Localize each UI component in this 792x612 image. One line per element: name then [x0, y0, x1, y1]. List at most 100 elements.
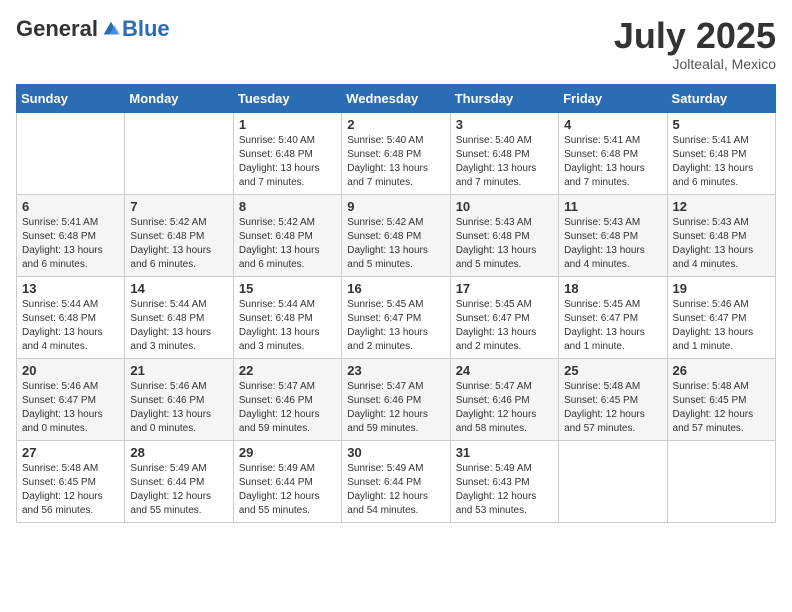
week-row-1: 1 Sunrise: 5:40 AMSunset: 6:48 PMDaylight…: [17, 112, 776, 194]
day-number: 3: [456, 117, 553, 132]
day-cell: 19 Sunrise: 5:46 AMSunset: 6:47 PMDayligh…: [667, 276, 775, 358]
day-cell: 6Sunrise: 5:41 AMSunset: 6:48 PMDaylight…: [17, 194, 125, 276]
day-number: 24: [456, 363, 553, 378]
day-cell: 31 Sunrise: 5:49 AMSunset: 6:43 PMDayligh…: [450, 440, 558, 522]
day-info: Sunrise: 5:43 AMSunset: 6:48 PMDaylight:…: [673, 216, 770, 272]
day-number: 4: [564, 117, 661, 132]
day-number: 8: [239, 199, 336, 214]
weekday-header-friday: Friday: [559, 84, 667, 112]
day-info: Sunrise: 5:49 AMSunset: 6:44 PMDaylight:…: [239, 462, 336, 518]
weekday-header-sunday: Sunday: [17, 84, 125, 112]
weekday-header-thursday: Thursday: [450, 84, 558, 112]
month-title: July 2025: [614, 16, 776, 56]
day-info: Sunrise: 5:47 AMSunset: 6:46 PMDaylight:…: [347, 380, 444, 436]
day-info: Sunrise: 5:45 AMSunset: 6:47 PMDaylight:…: [456, 298, 553, 354]
day-info: Sunrise: 5:44 AMSunset: 6:48 PMDaylight:…: [130, 298, 227, 354]
day-number: 14: [130, 281, 227, 296]
weekday-header-row: SundayMondayTuesdayWednesdayThursdayFrid…: [17, 84, 776, 112]
day-cell: 26 Sunrise: 5:48 AMSunset: 6:45 PMDayligh…: [667, 358, 775, 440]
day-cell: 9 Sunrise: 5:42 AMSunset: 6:48 PMDaylight…: [342, 194, 450, 276]
day-number: 30: [347, 445, 444, 460]
day-cell: 21 Sunrise: 5:46 AMSunset: 6:46 PMDayligh…: [125, 358, 233, 440]
day-info: Sunrise: 5:48 AMSunset: 6:45 PMDaylight:…: [22, 462, 119, 518]
day-cell: 27 Sunrise: 5:48 AMSunset: 6:45 PMDayligh…: [17, 440, 125, 522]
day-cell: 3 Sunrise: 5:40 AMSunset: 6:48 PMDaylight…: [450, 112, 558, 194]
day-number: 27: [22, 445, 119, 460]
day-number: 17: [456, 281, 553, 296]
day-info: Sunrise: 5:42 AMSunset: 6:48 PMDaylight:…: [239, 216, 336, 272]
day-number: 25: [564, 363, 661, 378]
weekday-header-saturday: Saturday: [667, 84, 775, 112]
day-cell: 4 Sunrise: 5:41 AMSunset: 6:48 PMDaylight…: [559, 112, 667, 194]
logo-general-text: General: [16, 16, 98, 42]
day-cell: 5 Sunrise: 5:41 AMSunset: 6:48 PMDaylight…: [667, 112, 775, 194]
page-header: General Blue July 2025 Joltealal, Mexico: [16, 16, 776, 72]
day-info: Sunrise: 5:46 AMSunset: 6:46 PMDaylight:…: [130, 380, 227, 436]
day-number: 22: [239, 363, 336, 378]
day-cell: 16 Sunrise: 5:45 AMSunset: 6:47 PMDayligh…: [342, 276, 450, 358]
day-cell: 24 Sunrise: 5:47 AMSunset: 6:46 PMDayligh…: [450, 358, 558, 440]
day-info: Sunrise: 5:40 AMSunset: 6:48 PMDaylight:…: [347, 134, 444, 190]
day-cell: 8 Sunrise: 5:42 AMSunset: 6:48 PMDaylight…: [233, 194, 341, 276]
day-number: 2: [347, 117, 444, 132]
day-number: 7: [130, 199, 227, 214]
day-info: Sunrise: 5:42 AMSunset: 6:48 PMDaylight:…: [347, 216, 444, 272]
day-info: Sunrise: 5:47 AMSunset: 6:46 PMDaylight:…: [456, 380, 553, 436]
week-row-2: 6Sunrise: 5:41 AMSunset: 6:48 PMDaylight…: [17, 194, 776, 276]
day-number: 19: [673, 281, 770, 296]
day-info: Sunrise: 5:49 AMSunset: 6:44 PMDaylight:…: [130, 462, 227, 518]
day-cell: 7 Sunrise: 5:42 AMSunset: 6:48 PMDaylight…: [125, 194, 233, 276]
weekday-header-wednesday: Wednesday: [342, 84, 450, 112]
day-info: Sunrise: 5:49 AMSunset: 6:43 PMDaylight:…: [456, 462, 553, 518]
day-cell: 12Sunrise: 5:43 AMSunset: 6:48 PMDayligh…: [667, 194, 775, 276]
day-info: Sunrise: 5:41 AMSunset: 6:48 PMDaylight:…: [564, 134, 661, 190]
day-info: Sunrise: 5:49 AMSunset: 6:44 PMDaylight:…: [347, 462, 444, 518]
day-cell: 14 Sunrise: 5:44 AMSunset: 6:48 PMDayligh…: [125, 276, 233, 358]
day-cell: 23Sunrise: 5:47 AMSunset: 6:46 PMDayligh…: [342, 358, 450, 440]
title-block: July 2025 Joltealal, Mexico: [614, 16, 776, 72]
day-cell: 13 Sunrise: 5:44 AMSunset: 6:48 PMDayligh…: [17, 276, 125, 358]
day-info: Sunrise: 5:45 AMSunset: 6:47 PMDaylight:…: [347, 298, 444, 354]
day-info: Sunrise: 5:44 AMSunset: 6:48 PMDaylight:…: [239, 298, 336, 354]
day-info: Sunrise: 5:41 AMSunset: 6:48 PMDaylight:…: [673, 134, 770, 190]
day-cell: 11 Sunrise: 5:43 AMSunset: 6:48 PMDayligh…: [559, 194, 667, 276]
day-cell: [559, 440, 667, 522]
day-info: Sunrise: 5:44 AMSunset: 6:48 PMDaylight:…: [22, 298, 119, 354]
day-number: 10: [456, 199, 553, 214]
calendar-table: SundayMondayTuesdayWednesdayThursdayFrid…: [16, 84, 776, 523]
day-cell: [125, 112, 233, 194]
day-number: 5: [673, 117, 770, 132]
day-number: 15: [239, 281, 336, 296]
day-cell: [17, 112, 125, 194]
logo-icon: [100, 18, 122, 40]
day-info: Sunrise: 5:40 AMSunset: 6:48 PMDaylight:…: [456, 134, 553, 190]
day-number: 1: [239, 117, 336, 132]
day-number: 26: [673, 363, 770, 378]
logo-blue-text: Blue: [122, 16, 170, 42]
day-cell: 28 Sunrise: 5:49 AMSunset: 6:44 PMDayligh…: [125, 440, 233, 522]
day-cell: 20Sunrise: 5:46 AMSunset: 6:47 PMDayligh…: [17, 358, 125, 440]
day-number: 6: [22, 199, 119, 214]
day-info: Sunrise: 5:47 AMSunset: 6:46 PMDaylight:…: [239, 380, 336, 436]
location-text: Joltealal, Mexico: [614, 56, 776, 72]
weekday-header-monday: Monday: [125, 84, 233, 112]
day-cell: 18Sunrise: 5:45 AMSunset: 6:47 PMDayligh…: [559, 276, 667, 358]
day-info: Sunrise: 5:43 AMSunset: 6:48 PMDaylight:…: [564, 216, 661, 272]
logo: General Blue: [16, 16, 170, 42]
day-number: 13: [22, 281, 119, 296]
day-info: Sunrise: 5:46 AMSunset: 6:47 PMDaylight:…: [673, 298, 770, 354]
day-cell: 1Sunrise: 5:40 AMSunset: 6:48 PMDaylight…: [233, 112, 341, 194]
day-number: 28: [130, 445, 227, 460]
day-info: Sunrise: 5:46 AMSunset: 6:47 PMDaylight:…: [22, 380, 119, 436]
day-cell: 25Sunrise: 5:48 AMSunset: 6:45 PMDayligh…: [559, 358, 667, 440]
day-cell: 17 Sunrise: 5:45 AMSunset: 6:47 PMDayligh…: [450, 276, 558, 358]
day-number: 16: [347, 281, 444, 296]
day-number: 31: [456, 445, 553, 460]
day-info: Sunrise: 5:42 AMSunset: 6:48 PMDaylight:…: [130, 216, 227, 272]
day-cell: 29Sunrise: 5:49 AMSunset: 6:44 PMDayligh…: [233, 440, 341, 522]
day-info: Sunrise: 5:48 AMSunset: 6:45 PMDaylight:…: [673, 380, 770, 436]
day-number: 11: [564, 199, 661, 214]
day-number: 9: [347, 199, 444, 214]
day-cell: 2 Sunrise: 5:40 AMSunset: 6:48 PMDaylight…: [342, 112, 450, 194]
day-number: 21: [130, 363, 227, 378]
